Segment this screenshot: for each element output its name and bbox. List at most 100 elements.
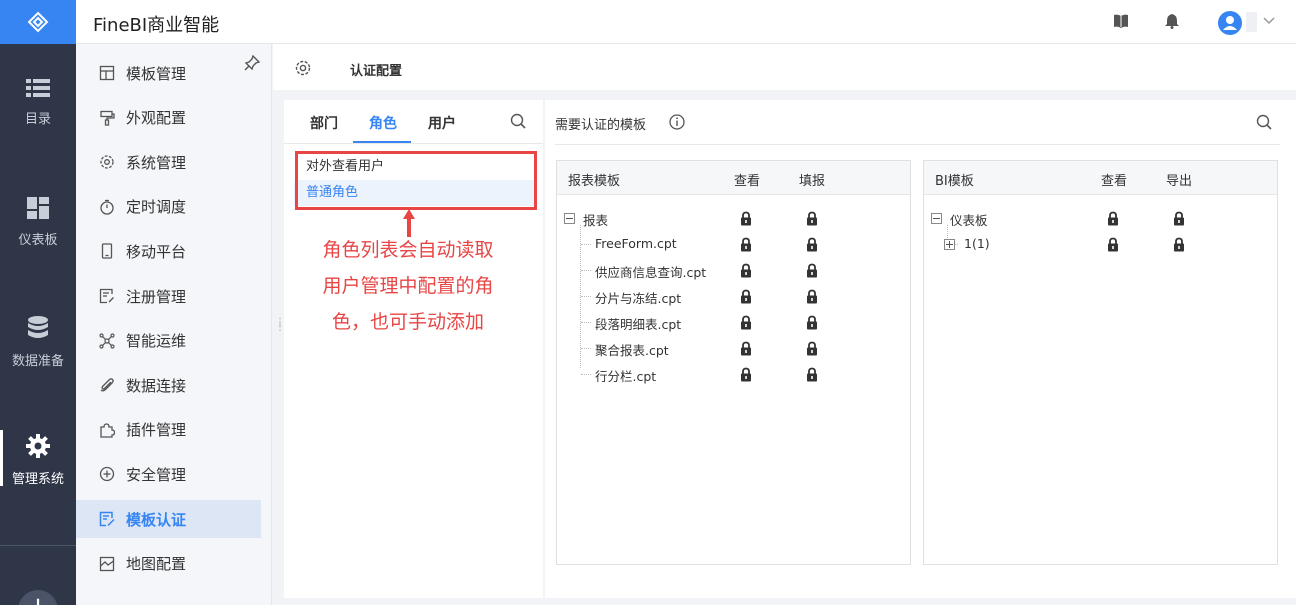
lock-icon[interactable] xyxy=(1173,237,1185,252)
lock-icon[interactable] xyxy=(1107,211,1119,226)
sidebar-item-map[interactable]: 地图配置 xyxy=(76,545,261,583)
lock-icon[interactable] xyxy=(806,263,818,278)
sidebar-item-puzzle[interactable]: 插件管理 xyxy=(76,411,261,449)
sidebar-item-shield[interactable]: 安全管理 xyxy=(76,455,261,493)
expand-toggle-icon[interactable] xyxy=(944,239,955,250)
resize-handle[interactable]: ⋮⋮ xyxy=(275,318,285,333)
tree-item-row[interactable]: 聚合报表.cpt xyxy=(557,335,910,361)
sidebar-item-register[interactable]: 注册管理 xyxy=(76,277,261,315)
user-avatar-icon[interactable] xyxy=(1218,11,1242,35)
report-box-header: 报表模板 查看 填报 xyxy=(557,161,910,195)
lock-icon[interactable] xyxy=(806,341,818,356)
add-button[interactable]: + xyxy=(18,590,58,605)
lock-icon[interactable] xyxy=(1173,211,1185,226)
tab-user[interactable]: 用户 xyxy=(428,113,456,133)
tree-node-label: FreeForm.cpt xyxy=(595,236,677,251)
tree-item-row[interactable]: 段落明细表.cpt xyxy=(557,309,910,335)
app-title: FineBI商业智能 xyxy=(93,15,220,36)
chevron-down-icon[interactable] xyxy=(1263,17,1275,25)
tree-node-label: 段落明细表.cpt xyxy=(595,317,682,332)
map-icon xyxy=(99,556,117,572)
sidebar-item-paperclip[interactable]: 数据连接 xyxy=(76,366,261,404)
sidebar-item-label: 模板管理 xyxy=(126,64,187,83)
lock-icon[interactable] xyxy=(740,263,752,278)
book-icon[interactable] xyxy=(1113,14,1129,28)
sidebar-item-brush[interactable]: 外观配置 xyxy=(76,99,261,137)
sidebar-item-network[interactable]: 智能运维 xyxy=(76,322,261,360)
bell-icon[interactable] xyxy=(1165,14,1179,29)
lock-icon[interactable] xyxy=(740,367,752,382)
rail-item-catalog[interactable]: 目录 xyxy=(0,62,76,142)
lock-icon[interactable] xyxy=(806,237,818,252)
lock-icon[interactable] xyxy=(1107,237,1119,252)
rail-item-data-prep[interactable]: 数据准备 xyxy=(0,302,76,382)
lock-icon[interactable] xyxy=(740,315,752,330)
content-header: 认证配置 xyxy=(273,44,1296,90)
tree-node-label: 行分栏.cpt xyxy=(595,369,657,384)
sidebar-item-mobile[interactable]: 移动平台 xyxy=(76,232,261,270)
lock-icon[interactable] xyxy=(740,341,752,356)
paperclip-icon xyxy=(99,377,117,393)
network-icon xyxy=(99,332,117,349)
column-header: 填报 xyxy=(799,174,826,189)
sidebar-item-label: 插件管理 xyxy=(126,421,187,440)
sidebar-item-label: 外观配置 xyxy=(126,109,187,128)
lock-icon[interactable] xyxy=(740,289,752,304)
highlight-box xyxy=(295,151,537,210)
rail-item-label: 仪表板 xyxy=(18,232,58,248)
info-icon[interactable] xyxy=(669,114,685,130)
lock-icon[interactable] xyxy=(806,367,818,382)
tree-item-row[interactable]: 行分栏.cpt xyxy=(557,361,910,387)
sidebar-item-settings[interactable]: 系统管理 xyxy=(76,143,261,181)
tree-guide-line xyxy=(581,244,591,245)
tree-item-row[interactable]: FreeForm.cpt xyxy=(557,231,910,257)
column-header: BI模板 xyxy=(935,174,974,189)
app-logo[interactable] xyxy=(0,0,76,44)
collapse-toggle-icon[interactable] xyxy=(564,213,575,224)
tree-node-label: 供应商信息查询.cpt xyxy=(595,265,707,280)
divider xyxy=(555,144,1280,145)
sidebar-item-label: 定时调度 xyxy=(126,198,187,217)
shield-icon xyxy=(99,466,117,482)
collapse-toggle-icon[interactable] xyxy=(931,213,942,224)
tab-department[interactable]: 部门 xyxy=(310,113,338,133)
tab-role[interactable]: 角色 xyxy=(369,113,397,133)
template-icon xyxy=(99,65,117,81)
rail-item-label: 目录 xyxy=(24,111,51,127)
sidebar-item-timer[interactable]: 定时调度 xyxy=(76,188,261,226)
sidebar-item-certify[interactable]: 模板认证 xyxy=(76,500,261,538)
column-header: 查看 xyxy=(1101,174,1128,189)
lock-icon[interactable] xyxy=(806,211,818,226)
active-tab-indicator xyxy=(353,141,411,143)
tree-root-row[interactable]: 仪表板 xyxy=(924,205,1277,231)
logo-icon xyxy=(27,11,49,33)
sidebar-item-label: 安全管理 xyxy=(126,465,187,484)
database-icon xyxy=(28,315,48,338)
lock-icon[interactable] xyxy=(806,315,818,330)
rail-item-admin[interactable]: 管理系统 xyxy=(0,420,76,500)
gear-icon xyxy=(26,433,50,458)
tree-node-label: 聚合报表.cpt xyxy=(595,343,669,358)
annotation-line: 角色列表会自动读取 xyxy=(322,239,494,261)
settings-icon[interactable] xyxy=(294,59,312,77)
rail-divider xyxy=(0,545,76,546)
bi-template-box: BI模板 查看 导出 仪表板 1(1) xyxy=(923,160,1278,565)
top-header: FineBI商业智能 xyxy=(76,0,1296,44)
lock-icon[interactable] xyxy=(740,211,752,226)
lock-icon[interactable] xyxy=(740,237,752,252)
certify-icon xyxy=(99,511,117,527)
search-icon[interactable] xyxy=(510,113,526,129)
tree-item-row[interactable]: 1(1) xyxy=(924,231,1277,257)
tree-item-row[interactable]: 供应商信息查询.cpt xyxy=(557,257,910,283)
lock-icon[interactable] xyxy=(806,289,818,304)
sidebar-item-label: 移动平台 xyxy=(126,242,187,261)
register-icon xyxy=(99,288,117,304)
sidebar-item-template[interactable]: 模板管理 xyxy=(76,54,261,92)
settings-icon xyxy=(99,154,117,170)
search-icon[interactable] xyxy=(1256,114,1272,130)
tree-root-row[interactable]: 报表 xyxy=(557,205,910,231)
tree-item-row[interactable]: 分片与冻结.cpt xyxy=(557,283,910,309)
annotation-line: 色，也可手动添加 xyxy=(331,311,484,333)
rail-item-dashboard[interactable]: 仪表板 xyxy=(0,182,76,262)
username-placeholder xyxy=(1246,12,1257,32)
